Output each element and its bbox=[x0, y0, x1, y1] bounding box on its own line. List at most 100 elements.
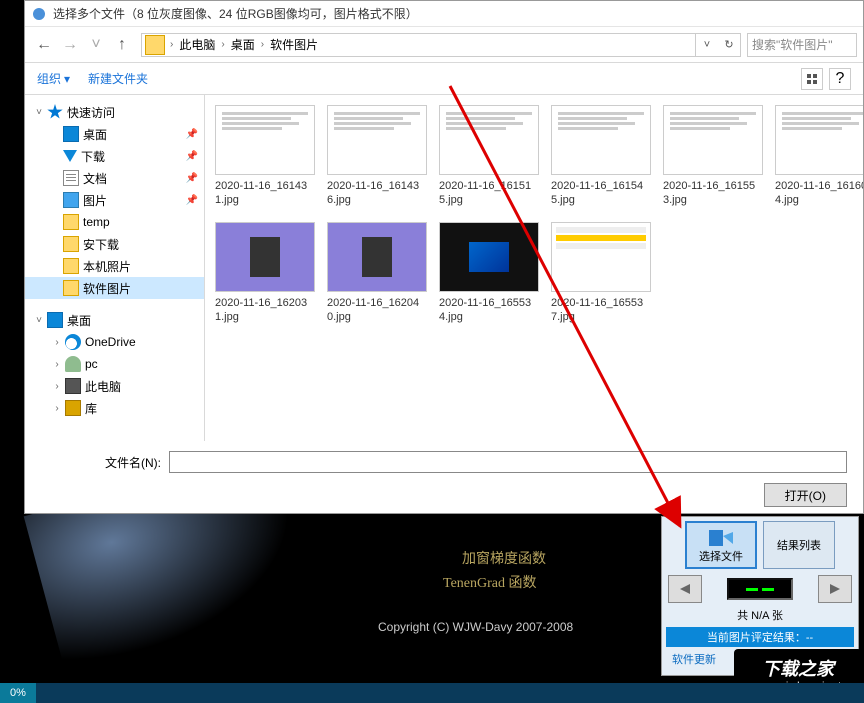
bg-text-line2: TenenGrad 函数 bbox=[443, 572, 537, 592]
sidebar-item[interactable]: › pc bbox=[25, 353, 204, 375]
sidebar-item[interactable]: 图片 📌 bbox=[25, 189, 204, 211]
back-button[interactable]: ← bbox=[31, 32, 57, 58]
dialog-title: 选择多个文件（8 位灰度图像、24 位RGB图像均可，图片格式不限） bbox=[53, 5, 418, 22]
tree-icon bbox=[65, 334, 81, 350]
status-bar: 0% bbox=[0, 683, 864, 703]
tree-label: 下载 bbox=[81, 148, 105, 165]
file-name: 2020-11-16_161545.jpg bbox=[551, 179, 651, 208]
recent-dropdown[interactable]: ˅ bbox=[83, 32, 109, 58]
file-name: 2020-11-16_165537.jpg bbox=[551, 296, 651, 325]
file-item[interactable]: 2020-11-16_161436.jpg bbox=[327, 105, 427, 208]
sidebar-item[interactable]: 本机照片 bbox=[25, 255, 204, 277]
pin-icon: 📌 bbox=[186, 173, 198, 184]
file-item[interactable]: 2020-11-16_165537.jpg bbox=[551, 222, 651, 325]
result-list-button[interactable]: 结果列表 bbox=[763, 521, 835, 569]
copyright-text: Copyright (C) WJW-Davy 2007-2008 bbox=[378, 620, 573, 634]
thumbnail bbox=[327, 105, 427, 175]
tree-label: pc bbox=[85, 357, 98, 371]
sidebar-item[interactable]: temp bbox=[25, 211, 204, 233]
collapse-icon[interactable]: ˅ bbox=[31, 315, 47, 326]
file-open-dialog: 选择多个文件（8 位灰度图像、24 位RGB图像均可，图片格式不限） ← → ˅… bbox=[24, 0, 864, 514]
thumbnail bbox=[327, 222, 427, 292]
tree-icon bbox=[65, 378, 81, 394]
quick-access-group[interactable]: ˅ 快速访问 bbox=[25, 101, 204, 123]
help-button[interactable]: ? bbox=[829, 68, 851, 90]
select-file-button[interactable]: 选择文件 bbox=[685, 521, 757, 569]
chevron-icon[interactable]: › bbox=[259, 39, 266, 50]
organize-menu[interactable]: 组织 ▾ bbox=[37, 70, 70, 87]
tree-icon bbox=[63, 192, 79, 208]
search-input[interactable]: 搜索"软件图片" bbox=[747, 33, 857, 57]
pin-icon: 📌 bbox=[186, 129, 198, 140]
desktop-group[interactable]: ˅ 桌面 bbox=[25, 309, 204, 331]
open-button[interactable]: 打开(O) bbox=[764, 483, 847, 507]
sidebar-item[interactable]: › OneDrive bbox=[25, 331, 204, 353]
sidebar-item[interactable]: 桌面 📌 bbox=[25, 123, 204, 145]
file-item[interactable]: 2020-11-16_161545.jpg bbox=[551, 105, 651, 208]
star-icon bbox=[47, 104, 63, 120]
progress-percent: 0% bbox=[0, 683, 36, 703]
tree-icon bbox=[63, 236, 79, 252]
chevron-icon[interactable]: › bbox=[219, 39, 226, 50]
thumbnail bbox=[551, 105, 651, 175]
sidebar-item[interactable]: › 此电脑 bbox=[25, 375, 204, 397]
file-item[interactable]: 2020-11-16_162040.jpg bbox=[327, 222, 427, 325]
expand-icon[interactable]: › bbox=[49, 381, 65, 392]
title-bar: 选择多个文件（8 位灰度图像、24 位RGB图像均可，图片格式不限） bbox=[25, 1, 863, 27]
tree-label: 库 bbox=[85, 400, 97, 417]
file-item[interactable]: 2020-11-16_161515.jpg bbox=[439, 105, 539, 208]
file-item[interactable]: 2020-11-16_161553.jpg bbox=[663, 105, 763, 208]
up-button[interactable]: ↑ bbox=[109, 32, 135, 58]
file-item[interactable]: 2020-11-16_161431.jpg bbox=[215, 105, 315, 208]
file-item[interactable]: 2020-11-16_162031.jpg bbox=[215, 222, 315, 325]
expand-icon[interactable]: › bbox=[49, 403, 65, 414]
tree-label: 桌面 bbox=[83, 126, 107, 143]
collapse-icon[interactable]: ˅ bbox=[31, 107, 47, 118]
chevron-icon[interactable]: › bbox=[168, 39, 175, 50]
file-name: 2020-11-16_165534.jpg bbox=[439, 296, 539, 325]
folder-icon bbox=[145, 35, 165, 55]
view-mode-button[interactable] bbox=[801, 68, 823, 90]
thumbnail bbox=[439, 222, 539, 292]
chevron-down-icon: ▾ bbox=[64, 72, 70, 86]
file-item[interactable]: 2020-11-16_165534.jpg bbox=[439, 222, 539, 325]
sidebar: ˅ 快速访问 桌面📌下载📌文档📌图片📌temp安下载本机照片软件图片 ˅ 桌面 … bbox=[25, 95, 205, 441]
bg-text-line1: 加窗梯度函数 bbox=[462, 548, 546, 568]
sidebar-item[interactable]: ›库 bbox=[25, 397, 204, 419]
tree-label: 此电脑 bbox=[85, 378, 121, 395]
next-button[interactable] bbox=[818, 575, 852, 603]
file-name: 2020-11-16_162040.jpg bbox=[327, 296, 427, 325]
breadcrumb-desktop[interactable]: 桌面 bbox=[227, 36, 259, 53]
prev-button[interactable] bbox=[668, 575, 702, 603]
tree-label: 安下载 bbox=[83, 236, 119, 253]
tree-label: 图片 bbox=[83, 192, 107, 209]
tree-icon bbox=[63, 126, 79, 142]
sidebar-item[interactable]: 下载 📌 bbox=[25, 145, 204, 167]
breadcrumb-current[interactable]: 软件图片 bbox=[266, 36, 322, 53]
watermark-cn: 下载之家 bbox=[762, 655, 834, 681]
file-name: 2020-11-16_161604.jpg bbox=[775, 179, 863, 208]
thumbnail bbox=[215, 222, 315, 292]
pin-icon: 📌 bbox=[186, 151, 198, 162]
breadcrumb-this-pc[interactable]: 此电脑 bbox=[175, 36, 219, 53]
nav-bar: ← → ˅ ↑ › 此电脑 › 桌面 › 软件图片 ˅ ↻ 搜索"软件图片" bbox=[25, 27, 863, 63]
addr-dropdown-button[interactable]: ˅ bbox=[696, 34, 718, 56]
sidebar-item[interactable]: 软件图片 bbox=[25, 277, 204, 299]
expand-icon[interactable]: › bbox=[49, 359, 65, 370]
pin-icon: 📌 bbox=[186, 195, 198, 206]
forward-button[interactable]: → bbox=[57, 32, 83, 58]
count-label: 共 N/A 张 bbox=[666, 607, 854, 623]
tree-label: 本机照片 bbox=[83, 258, 131, 275]
thumbnail bbox=[215, 105, 315, 175]
sidebar-item[interactable]: 安下载 bbox=[25, 233, 204, 255]
sidebar-item[interactable]: 文档📌 bbox=[25, 167, 204, 189]
filename-input[interactable] bbox=[169, 451, 847, 473]
thumbnail bbox=[663, 105, 763, 175]
file-item[interactable]: 2020-11-16_161604.jpg bbox=[775, 105, 863, 208]
file-grid[interactable]: 2020-11-16_161431.jpg2020-11-16_161436.j… bbox=[205, 95, 863, 441]
expand-icon[interactable]: › bbox=[49, 337, 65, 348]
tree-label: OneDrive bbox=[85, 335, 136, 349]
address-bar[interactable]: › 此电脑 › 桌面 › 软件图片 ˅ ↻ bbox=[141, 33, 741, 57]
refresh-button[interactable]: ↻ bbox=[718, 34, 740, 56]
new-folder-button[interactable]: 新建文件夹 bbox=[88, 70, 148, 87]
